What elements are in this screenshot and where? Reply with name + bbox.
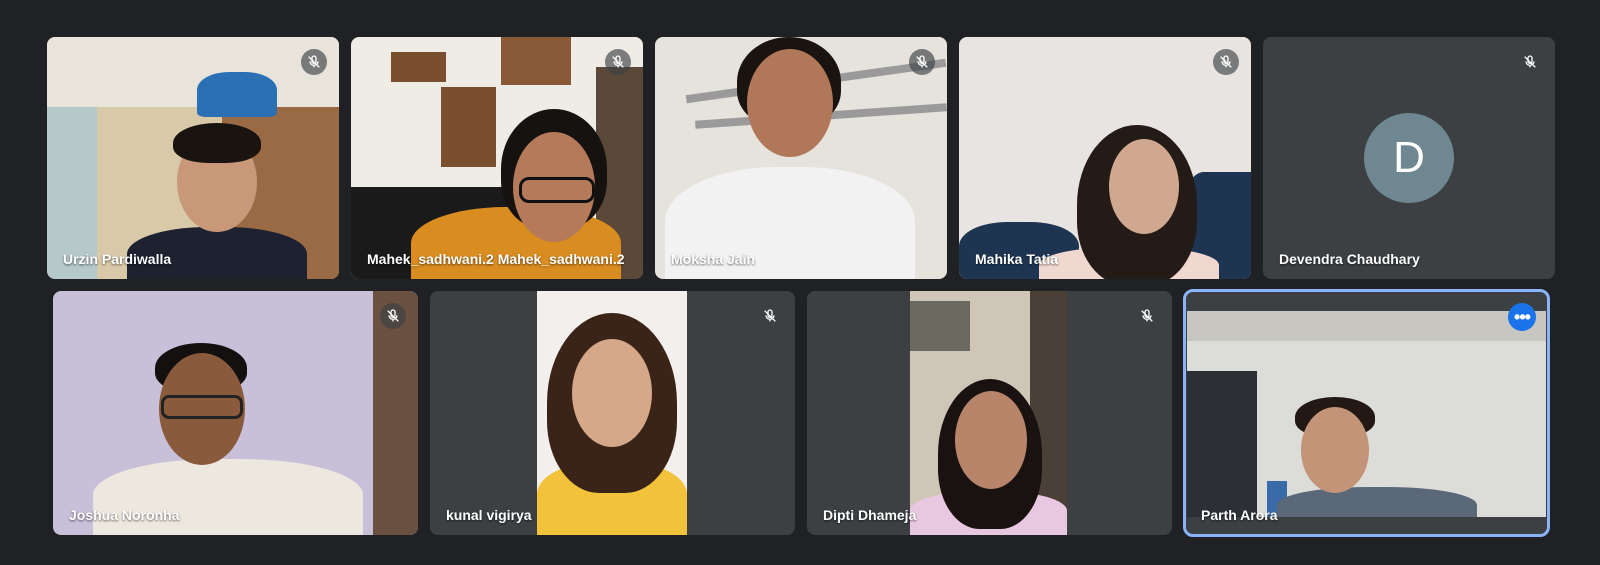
video-feed: [1187, 311, 1546, 517]
mic-off-icon: [1213, 49, 1239, 75]
video-feed: [910, 291, 1067, 535]
participant-tile-mahika[interactable]: Mahika Tatia: [959, 37, 1251, 279]
mic-off-icon: [301, 49, 327, 75]
video-feed: [537, 291, 687, 535]
participant-name: Devendra Chaudhary: [1279, 251, 1420, 267]
participant-name: Joshua Noronha: [69, 507, 180, 523]
mic-off-icon: [1517, 49, 1543, 75]
video-feed: [53, 291, 418, 535]
mic-off-icon: [1134, 303, 1160, 329]
participant-name: Urzin Pardiwalla: [63, 251, 172, 267]
video-feed: [655, 37, 947, 279]
mic-off-icon: [605, 49, 631, 75]
more-options-icon[interactable]: •••: [1508, 303, 1536, 331]
avatar: D: [1364, 113, 1454, 203]
participant-tile-joshua[interactable]: Joshua Noronha: [53, 291, 418, 535]
participant-tile-parth[interactable]: ••• Parth Arora: [1183, 289, 1550, 537]
participant-name: Mahika Tatia: [975, 251, 1058, 267]
mic-off-icon: [757, 303, 783, 329]
mic-off-icon: [380, 303, 406, 329]
participant-name: Moksha Jain: [671, 251, 756, 267]
video-feed: [47, 37, 339, 279]
participant-name: kunal vigirya: [446, 507, 532, 523]
participant-tile-devendra[interactable]: D Devendra Chaudhary: [1263, 37, 1555, 279]
participant-tile-mahek[interactable]: Mahek_sadhwani.2 Mahek_sadhwani.2: [351, 37, 643, 279]
participant-tile-dipti[interactable]: Dipti Dhameja: [807, 291, 1172, 535]
participant-name: Mahek_sadhwani.2 Mahek_sadhwani.2: [367, 251, 625, 267]
participant-name: Dipti Dhameja: [823, 507, 917, 523]
video-feed: [351, 37, 643, 279]
participant-name: Parth Arora: [1201, 507, 1278, 523]
participant-tile-urzin[interactable]: Urzin Pardiwalla: [47, 37, 339, 279]
video-feed: [959, 37, 1251, 279]
mic-off-icon: [909, 49, 935, 75]
participant-tile-moksha[interactable]: Moksha Jain: [655, 37, 947, 279]
participant-tile-kunal[interactable]: kunal vigirya: [430, 291, 795, 535]
